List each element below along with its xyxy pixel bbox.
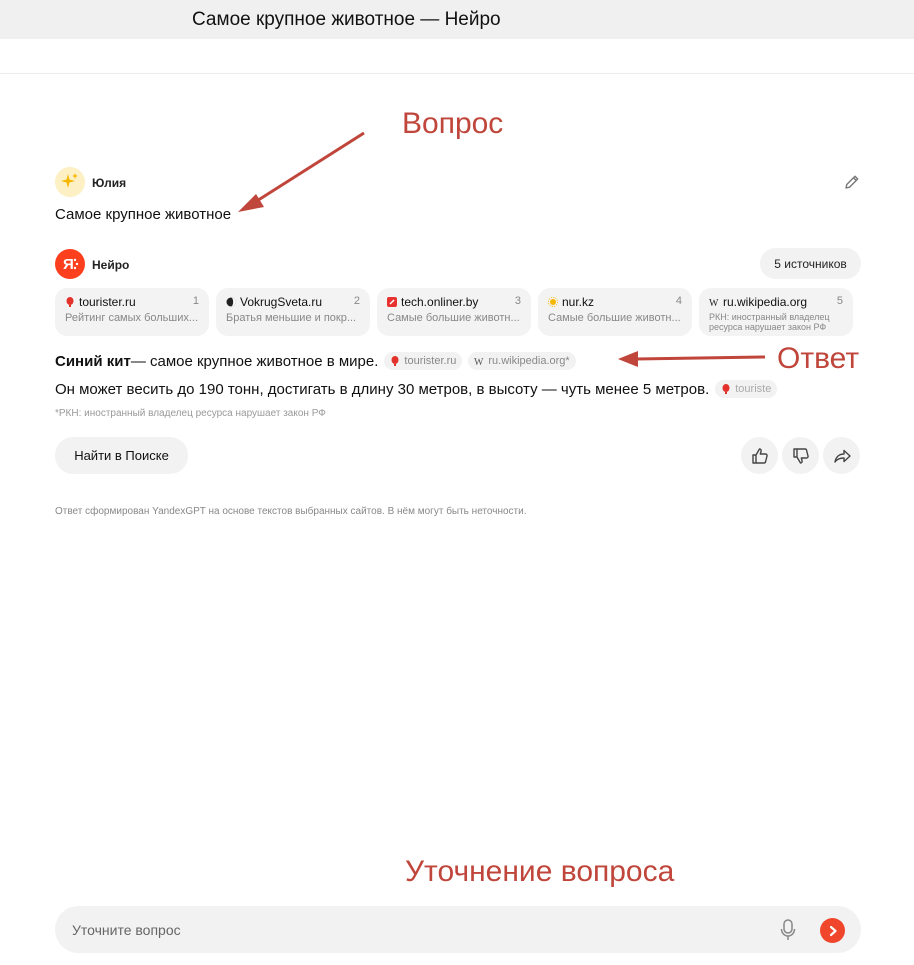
citation-chip-tourister[interactable]: tourister.ru bbox=[384, 352, 463, 370]
question-text: Самое крупное животное bbox=[55, 206, 232, 223]
source-card-1[interactable]: tourister.ru 1 Рейтинг самых больших... bbox=[55, 288, 209, 336]
refine-question-input[interactable] bbox=[70, 918, 754, 942]
arrow-question bbox=[238, 131, 365, 212]
yandex-logo-icon: Я bbox=[63, 256, 79, 273]
source-domain: VokrugSveta.ru bbox=[240, 295, 323, 309]
microphone-icon[interactable] bbox=[779, 918, 797, 942]
svg-text:Я: Я bbox=[63, 256, 74, 273]
source-description: Рейтинг самых больших... bbox=[65, 312, 199, 324]
svg-text:W: W bbox=[474, 357, 484, 366]
source-number: 5 bbox=[836, 295, 843, 307]
answer-text: — самое крупное животное в мире. bbox=[130, 352, 379, 370]
balloon-icon bbox=[721, 384, 731, 394]
window-title: Самое крупное животное — Нейро bbox=[192, 9, 501, 30]
source-domain: ru.wikipedia.org bbox=[723, 295, 808, 309]
share-arrow-icon bbox=[833, 449, 851, 463]
citation-label: ru.wikipedia.org* bbox=[488, 355, 570, 367]
thumbs-up-icon bbox=[751, 447, 768, 464]
svg-text:W: W bbox=[709, 298, 719, 307]
source-description: Самые большие животн... bbox=[548, 312, 681, 324]
annotation-answer: Ответ bbox=[777, 342, 860, 375]
source-domain: nur.kz bbox=[562, 295, 595, 309]
sparkle-icon bbox=[61, 173, 78, 188]
answer-line-1: Синий кит — самое крупное животное в мир… bbox=[55, 352, 576, 370]
source-card-5[interactable]: W ru.wikipedia.org 5 РКН: иностранный вл… bbox=[699, 288, 853, 336]
thumbs-down-icon bbox=[792, 447, 809, 464]
source-card-4[interactable]: nur.kz 4 Самые большие животн... bbox=[538, 288, 692, 336]
citation-chip-tourister-2[interactable]: touriste bbox=[715, 380, 778, 398]
source-number: 3 bbox=[514, 295, 521, 307]
neuro-avatar: Я bbox=[55, 249, 85, 279]
answer-text: Он может весить до 190 тонн, достигать в… bbox=[55, 380, 710, 398]
dislike-button[interactable] bbox=[782, 437, 819, 474]
balloon-icon bbox=[65, 297, 75, 307]
globe-icon bbox=[226, 297, 236, 307]
send-button[interactable] bbox=[820, 918, 845, 943]
source-domain: tech.onliner.by bbox=[401, 295, 479, 309]
annotation-arrows bbox=[234, 131, 766, 937]
sources-count-button[interactable]: 5 источников bbox=[760, 248, 861, 279]
source-number: 2 bbox=[353, 295, 360, 307]
citation-label: touriste bbox=[735, 383, 772, 395]
source-number: 4 bbox=[675, 295, 682, 307]
answer-bold: Синий кит bbox=[55, 352, 131, 370]
assistant-name: Нейро bbox=[92, 258, 130, 272]
wikipedia-icon: W bbox=[709, 297, 719, 307]
header-divider bbox=[0, 73, 914, 74]
share-button[interactable] bbox=[823, 437, 860, 474]
citation-label: tourister.ru bbox=[404, 355, 457, 367]
source-card-2[interactable]: VokrugSveta.ru 2 Братья меньшие и покр..… bbox=[216, 288, 370, 336]
arrow-answer bbox=[618, 351, 766, 367]
user-avatar bbox=[55, 167, 85, 197]
sun-icon bbox=[548, 297, 558, 307]
annotation-question: Вопрос bbox=[402, 107, 504, 140]
rkn-note: *РКН: иностранный владелец ресурса наруш… bbox=[55, 408, 326, 419]
window-titlebar: Самое крупное животное — Нейро bbox=[0, 0, 914, 39]
chevron-right-icon bbox=[829, 925, 837, 936]
source-description: Братья меньшие и покр... bbox=[226, 312, 356, 324]
refine-question-bar bbox=[55, 906, 861, 953]
source-domain: tourister.ru bbox=[79, 295, 136, 309]
pencil-icon[interactable] bbox=[843, 173, 861, 191]
find-in-search-button[interactable]: Найти в Поиске bbox=[55, 437, 188, 474]
source-number: 1 bbox=[192, 295, 199, 307]
balloon-icon bbox=[390, 356, 400, 366]
answer-line-2: Он может весить до 190 тонн, достигать в… bbox=[55, 380, 778, 398]
source-description: Самые большие животн... bbox=[387, 312, 520, 324]
like-button[interactable] bbox=[741, 437, 778, 474]
source-description: РКН: иностранный владелец ресурса наруша… bbox=[709, 312, 830, 332]
wikipedia-icon: W bbox=[474, 356, 484, 366]
ai-disclaimer: Ответ сформирован YandexGPT на основе те… bbox=[55, 506, 527, 517]
onliner-icon bbox=[387, 297, 397, 307]
citation-chip-wikipedia[interactable]: W ru.wikipedia.org* bbox=[468, 352, 576, 370]
annotation-refine: Уточнение вопроса bbox=[405, 855, 675, 888]
user-name: Юлия bbox=[92, 176, 127, 190]
source-card-3[interactable]: tech.onliner.by 3 Самые большие животн..… bbox=[377, 288, 531, 336]
